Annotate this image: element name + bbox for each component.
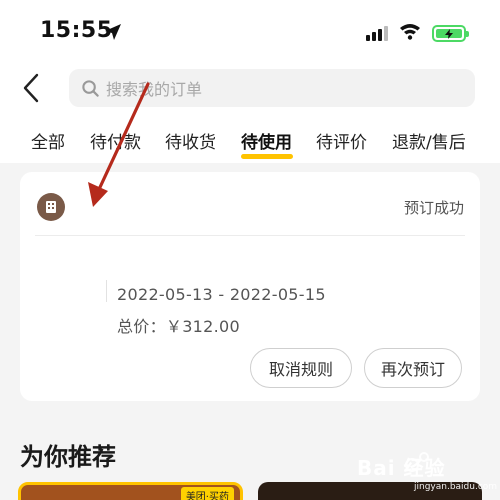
- rebook-button[interactable]: 再次预订: [364, 348, 462, 388]
- tab-refund-aftersale[interactable]: 退款/售后: [392, 128, 466, 153]
- wifi-icon: [400, 24, 420, 40]
- order-dates: 2022-05-13 - 2022-05-15: [117, 285, 326, 304]
- tab-pending-use[interactable]: 待使用: [241, 128, 292, 153]
- battery-icon: [432, 25, 469, 42]
- separator-line: [106, 280, 107, 302]
- tab-pending-review[interactable]: 待评价: [316, 128, 367, 153]
- status-time: 15:55: [40, 18, 113, 43]
- watermark-url: jingyan.baidu.com: [414, 482, 498, 492]
- search-icon: [82, 79, 99, 97]
- location-arrow-icon: [105, 24, 121, 40]
- order-price: 总价：￥312.00: [117, 317, 240, 336]
- divider: [35, 235, 465, 236]
- cellular-signal-icon: [366, 26, 388, 41]
- watermark-text: Bai 经验: [357, 456, 446, 480]
- active-tab-indicator: [241, 154, 293, 159]
- recommend-title: 为你推荐: [20, 443, 116, 471]
- search-input[interactable]: 搜索我的订单: [69, 69, 475, 107]
- back-button[interactable]: [20, 72, 44, 104]
- charging-bolt-icon: [445, 28, 453, 39]
- recommend-card[interactable]: 美团·买药: [18, 482, 243, 500]
- hotel-icon: [37, 193, 65, 221]
- building-icon: [46, 201, 56, 213]
- tab-all[interactable]: 全部: [31, 128, 65, 153]
- search-placeholder: 搜索我的订单: [106, 80, 203, 99]
- tab-pending-receipt[interactable]: 待收货: [165, 128, 216, 153]
- tab-pending-payment[interactable]: 待付款: [90, 128, 141, 153]
- cancel-rule-button[interactable]: 取消规则: [250, 348, 352, 388]
- header-area: 15:55 搜索我的订单 全部 待付款 待收货 待使用 待评价 退款/售后: [0, 0, 500, 163]
- order-status: 预订成功: [403, 199, 464, 217]
- recommend-badge: 美团·买药: [180, 487, 234, 500]
- order-card[interactable]: 预订成功 2022-05-13 - 2022-05-15 总价：￥312.00 …: [20, 172, 480, 401]
